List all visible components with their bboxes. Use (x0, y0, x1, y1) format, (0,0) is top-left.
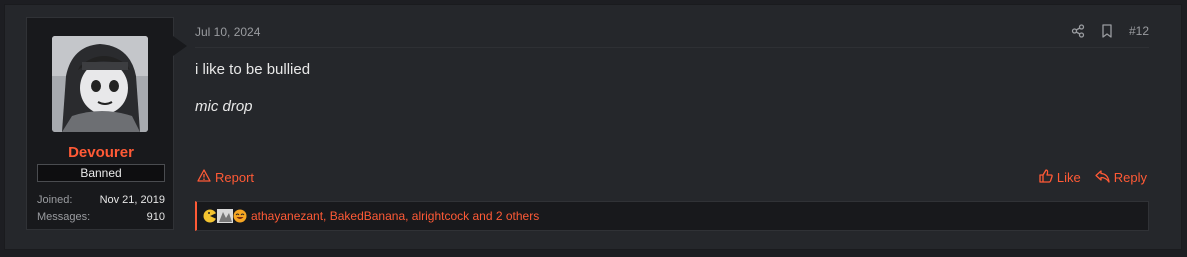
post-text-line-1: i like to be bullied (195, 61, 311, 78)
stat-messages-value: 910 (146, 211, 165, 223)
report-label: Report (215, 169, 255, 185)
post-container: Devourer Banned Joined: Nov 21, 2019 Mes… (4, 4, 1182, 250)
bookmark-icon[interactable] (1101, 24, 1113, 38)
reply-button[interactable]: Reply (1095, 169, 1147, 186)
reaction-laugh-icon (233, 209, 247, 223)
avatar[interactable] (52, 36, 148, 132)
report-button[interactable]: Report (197, 169, 254, 185)
post-text-line-2: mic drop (195, 98, 253, 115)
post-actions: Like Reply (1039, 169, 1147, 186)
user-panel: Devourer Banned Joined: Nov 21, 2019 Mes… (26, 17, 187, 230)
like-button[interactable]: Like (1039, 169, 1081, 186)
stat-joined-value: Nov 21, 2019 (99, 194, 165, 206)
thumbs-up-icon (1039, 169, 1053, 186)
user-title-badge: Banned (37, 164, 165, 182)
share-icon[interactable] (1071, 24, 1085, 38)
post-content: i like to be bullied mic drop (195, 61, 310, 115)
reply-label: Reply (1113, 170, 1147, 185)
stat-joined: Joined: Nov 21, 2019 (37, 194, 165, 206)
reaction-emoji-icon (203, 209, 217, 223)
post-meta: Jul 10, 2024 #12 (195, 23, 1149, 48)
warning-icon (197, 169, 211, 185)
panel-arrow (173, 36, 187, 56)
reactions-bar[interactable]: athayanezant, BakedBanana, alrightcock a… (195, 201, 1149, 231)
stat-joined-label: Joined: (37, 194, 73, 206)
reaction-image-icon (217, 209, 233, 223)
stat-messages-label: Messages: (37, 211, 91, 223)
reply-icon (1095, 169, 1110, 186)
like-label: Like (1056, 170, 1081, 185)
post-date[interactable]: Jul 10, 2024 (195, 25, 260, 39)
username[interactable]: Devourer (27, 144, 175, 161)
reactions-list[interactable]: athayanezant, BakedBanana, alrightcock a… (251, 209, 539, 223)
post-meta-actions: #12 (1071, 24, 1149, 38)
reaction-icons (203, 209, 247, 223)
post-number[interactable]: #12 (1129, 24, 1149, 38)
stat-messages: Messages: 910 (37, 211, 165, 223)
